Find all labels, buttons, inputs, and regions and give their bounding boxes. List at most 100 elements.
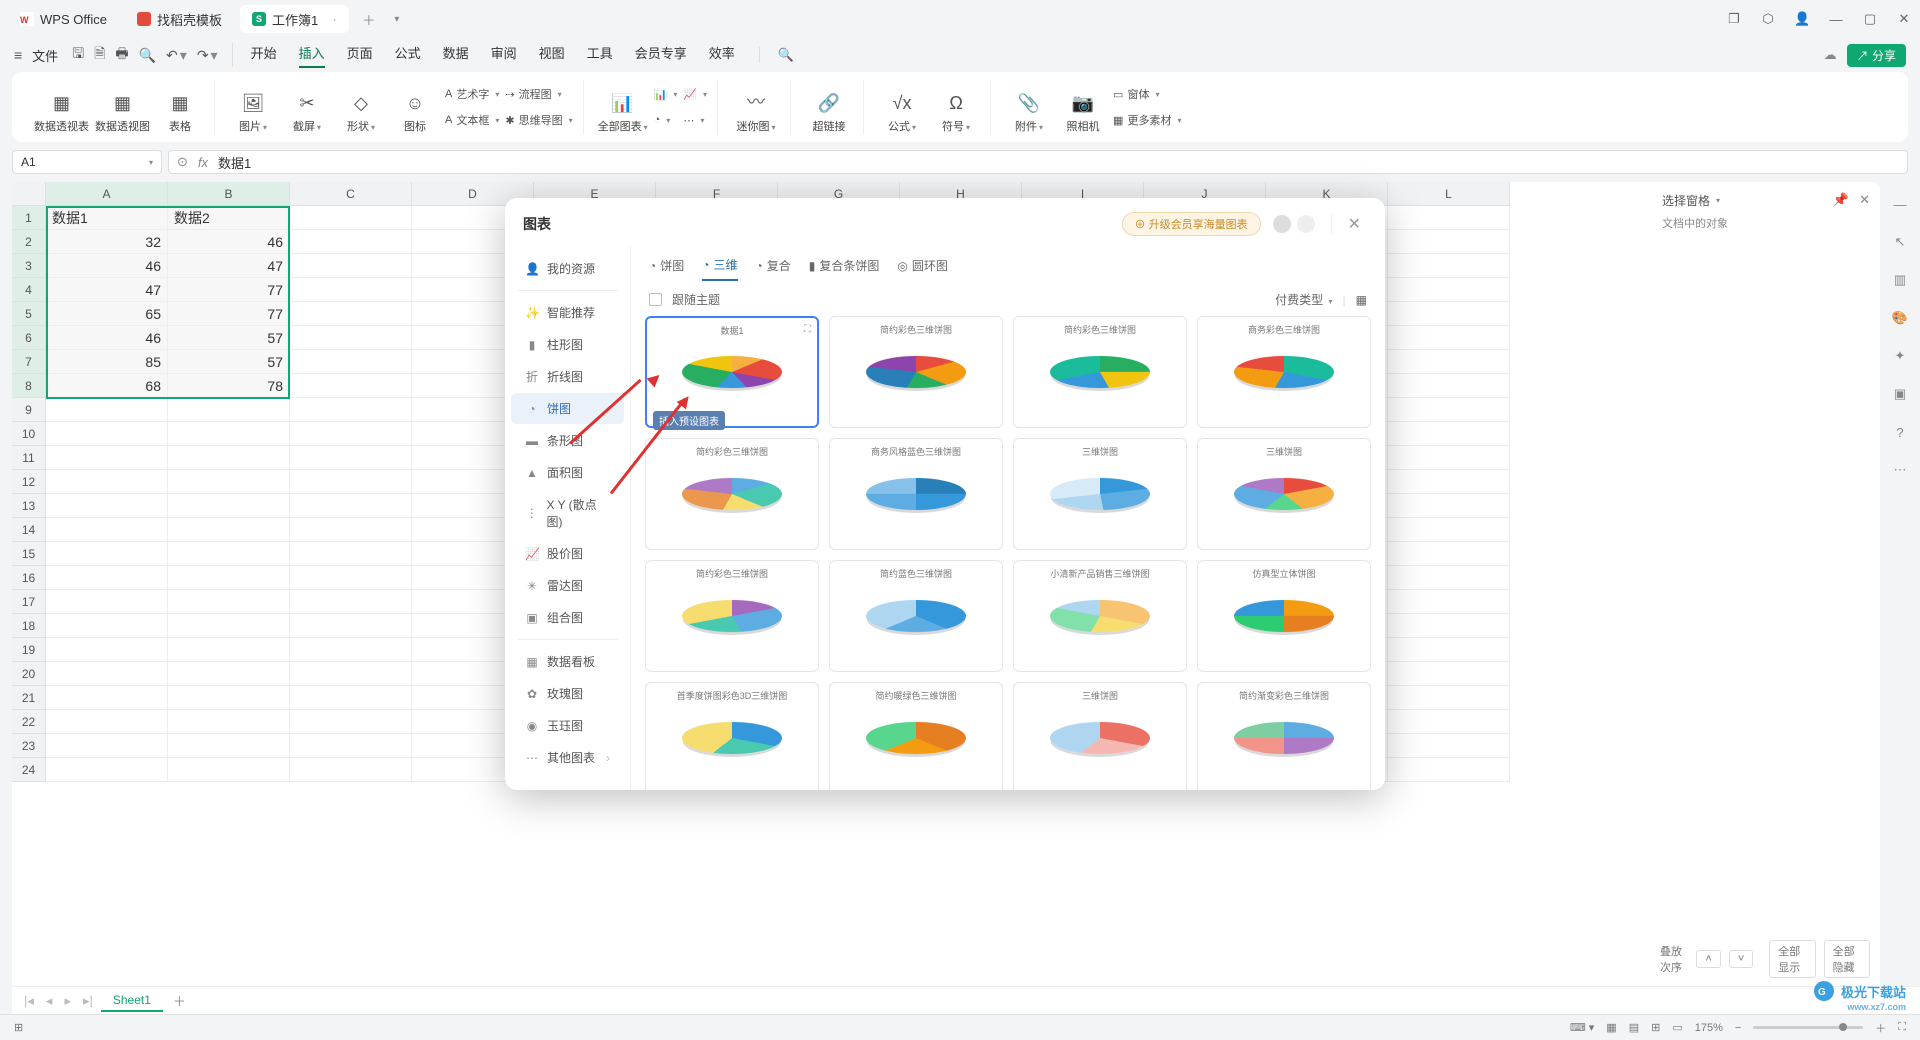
row-header[interactable]: 8 — [12, 374, 46, 398]
cell[interactable] — [290, 446, 412, 470]
chart-thumbnail[interactable]: 简约彩色三维饼图 — [1013, 316, 1187, 428]
prev-sheet-icon[interactable]: ◂ — [42, 993, 57, 1009]
menu-tab-page[interactable]: 页面 — [347, 43, 373, 68]
formula-input[interactable]: ⊙ fx 数据1 — [168, 150, 1908, 174]
cell[interactable] — [1388, 470, 1510, 494]
sheet-tab[interactable]: Sheet1 — [101, 990, 163, 1012]
row-header[interactable]: 10 — [12, 422, 46, 446]
menu-tab-start[interactable]: 开始 — [251, 43, 277, 68]
cell[interactable] — [1388, 710, 1510, 734]
lookup-icon[interactable]: ⊙ — [177, 154, 188, 170]
cell[interactable] — [168, 710, 290, 734]
cell[interactable] — [46, 638, 168, 662]
cell-reference-input[interactable]: A1▾ — [12, 150, 162, 174]
chart-category-item[interactable]: ⋯其他图表› — [511, 742, 624, 773]
tab-menu-button[interactable]: ▾ — [383, 5, 411, 33]
cell[interactable] — [168, 494, 290, 518]
row-header[interactable]: 17 — [12, 590, 46, 614]
palette-icon[interactable]: 🎨 — [1890, 308, 1910, 328]
cell[interactable] — [1388, 398, 1510, 422]
chart-thumbnail[interactable]: 三维饼图 — [1013, 682, 1187, 790]
menu-tab-view[interactable]: 视图 — [539, 43, 565, 68]
cell[interactable]: 85 — [46, 350, 168, 374]
last-sheet-icon[interactable]: ▸| — [79, 993, 97, 1009]
cell[interactable]: 数据1 — [46, 206, 168, 230]
chart-category-item[interactable]: ▲面积图 — [511, 457, 624, 488]
cell[interactable] — [290, 470, 412, 494]
cell[interactable] — [1388, 638, 1510, 662]
cell[interactable] — [46, 446, 168, 470]
maximize-icon[interactable]: ▢ — [1862, 11, 1878, 27]
pay-filter-dropdown[interactable]: 付费类型 ▾ — [1275, 291, 1332, 308]
search-icon[interactable]: 🔍 — [759, 47, 794, 63]
minimize-icon[interactable]: — — [1828, 12, 1844, 27]
cell[interactable] — [290, 710, 412, 734]
avatar-icon[interactable]: 👤 — [1794, 11, 1810, 27]
view-page-icon[interactable]: ▤ — [1629, 1021, 1639, 1034]
cell[interactable] — [1388, 758, 1510, 782]
cell[interactable] — [1388, 326, 1510, 350]
cell[interactable] — [46, 542, 168, 566]
chart-category-item[interactable]: ◉玉珏图 — [511, 710, 624, 741]
zoom-value[interactable]: 175% — [1695, 1022, 1723, 1034]
table-button[interactable]: ▦表格 — [156, 80, 204, 134]
row-header[interactable]: 14 — [12, 518, 46, 542]
cell[interactable]: 68 — [46, 374, 168, 398]
expand-icon[interactable]: ⛶ — [804, 324, 811, 335]
chart-thumbnail[interactable]: 简约彩色三维饼图 — [645, 438, 819, 550]
row-header[interactable]: 3 — [12, 254, 46, 278]
cell[interactable] — [46, 686, 168, 710]
burger-icon[interactable]: ≡ — [14, 47, 22, 63]
move-up-button[interactable]: ˄ — [1696, 950, 1720, 968]
refresh-icon[interactable] — [1297, 215, 1315, 233]
save-icon[interactable]: 🖫 — [72, 43, 84, 67]
equation-button[interactable]: √x公式▾ — [878, 80, 926, 134]
icons-button[interactable]: ☺图标 — [391, 80, 439, 134]
cell[interactable]: 47 — [46, 278, 168, 302]
cell[interactable] — [290, 518, 412, 542]
cell[interactable] — [46, 518, 168, 542]
wordart-button[interactable]: A 艺术字▾ — [445, 83, 499, 105]
image-icon[interactable]: ▣ — [1890, 384, 1910, 404]
menu-tab-vip[interactable]: 会员专享 — [635, 43, 687, 68]
first-sheet-icon[interactable]: |◂ — [20, 993, 38, 1009]
cell[interactable] — [168, 590, 290, 614]
chart-category-item[interactable]: ✿玫瑰图 — [511, 678, 624, 709]
cell[interactable] — [1388, 278, 1510, 302]
cell[interactable] — [46, 398, 168, 422]
subtype-tab[interactable]: ▮ 复合条饼图 — [809, 257, 880, 280]
cell[interactable] — [1388, 662, 1510, 686]
row-header[interactable]: 18 — [12, 614, 46, 638]
cell[interactable] — [46, 758, 168, 782]
textbox-button[interactable]: A 文本框▾ — [445, 109, 499, 131]
cell[interactable] — [290, 422, 412, 446]
chart-category-item[interactable]: 📈股价图 — [511, 538, 624, 569]
select-icon[interactable]: ↖ — [1890, 232, 1910, 252]
cell[interactable] — [290, 686, 412, 710]
cell[interactable] — [1388, 518, 1510, 542]
sparkline-button[interactable]: 〰迷你图▾ — [732, 80, 780, 134]
cell[interactable] — [1388, 494, 1510, 518]
zoom-slider[interactable] — [1753, 1026, 1863, 1029]
cell[interactable] — [168, 638, 290, 662]
cell[interactable] — [290, 278, 412, 302]
subtype-tab[interactable]: ◔ 饼图 — [649, 257, 684, 280]
cell[interactable] — [290, 662, 412, 686]
hyperlink-button[interactable]: 🔗超链接 — [805, 80, 853, 134]
attachment-button[interactable]: 📎附件▾ — [1005, 80, 1053, 134]
cell[interactable] — [290, 758, 412, 782]
row-header[interactable]: 4 — [12, 278, 46, 302]
export-icon[interactable]: 🗎 — [94, 43, 105, 67]
subtype-tab[interactable]: ◔ 复合 — [756, 257, 791, 280]
cell[interactable] — [46, 566, 168, 590]
cell[interactable] — [1388, 302, 1510, 326]
cell[interactable] — [290, 374, 412, 398]
grid-view-icon[interactable]: ▦ — [1356, 293, 1367, 307]
other-chart-button[interactable]: ⋯▾ — [683, 109, 707, 131]
cell[interactable] — [290, 734, 412, 758]
cell[interactable] — [290, 230, 412, 254]
menu-tab-data[interactable]: 数据 — [443, 43, 469, 68]
row-header[interactable]: 5 — [12, 302, 46, 326]
row-header[interactable]: 24 — [12, 758, 46, 782]
row-header[interactable]: 16 — [12, 566, 46, 590]
